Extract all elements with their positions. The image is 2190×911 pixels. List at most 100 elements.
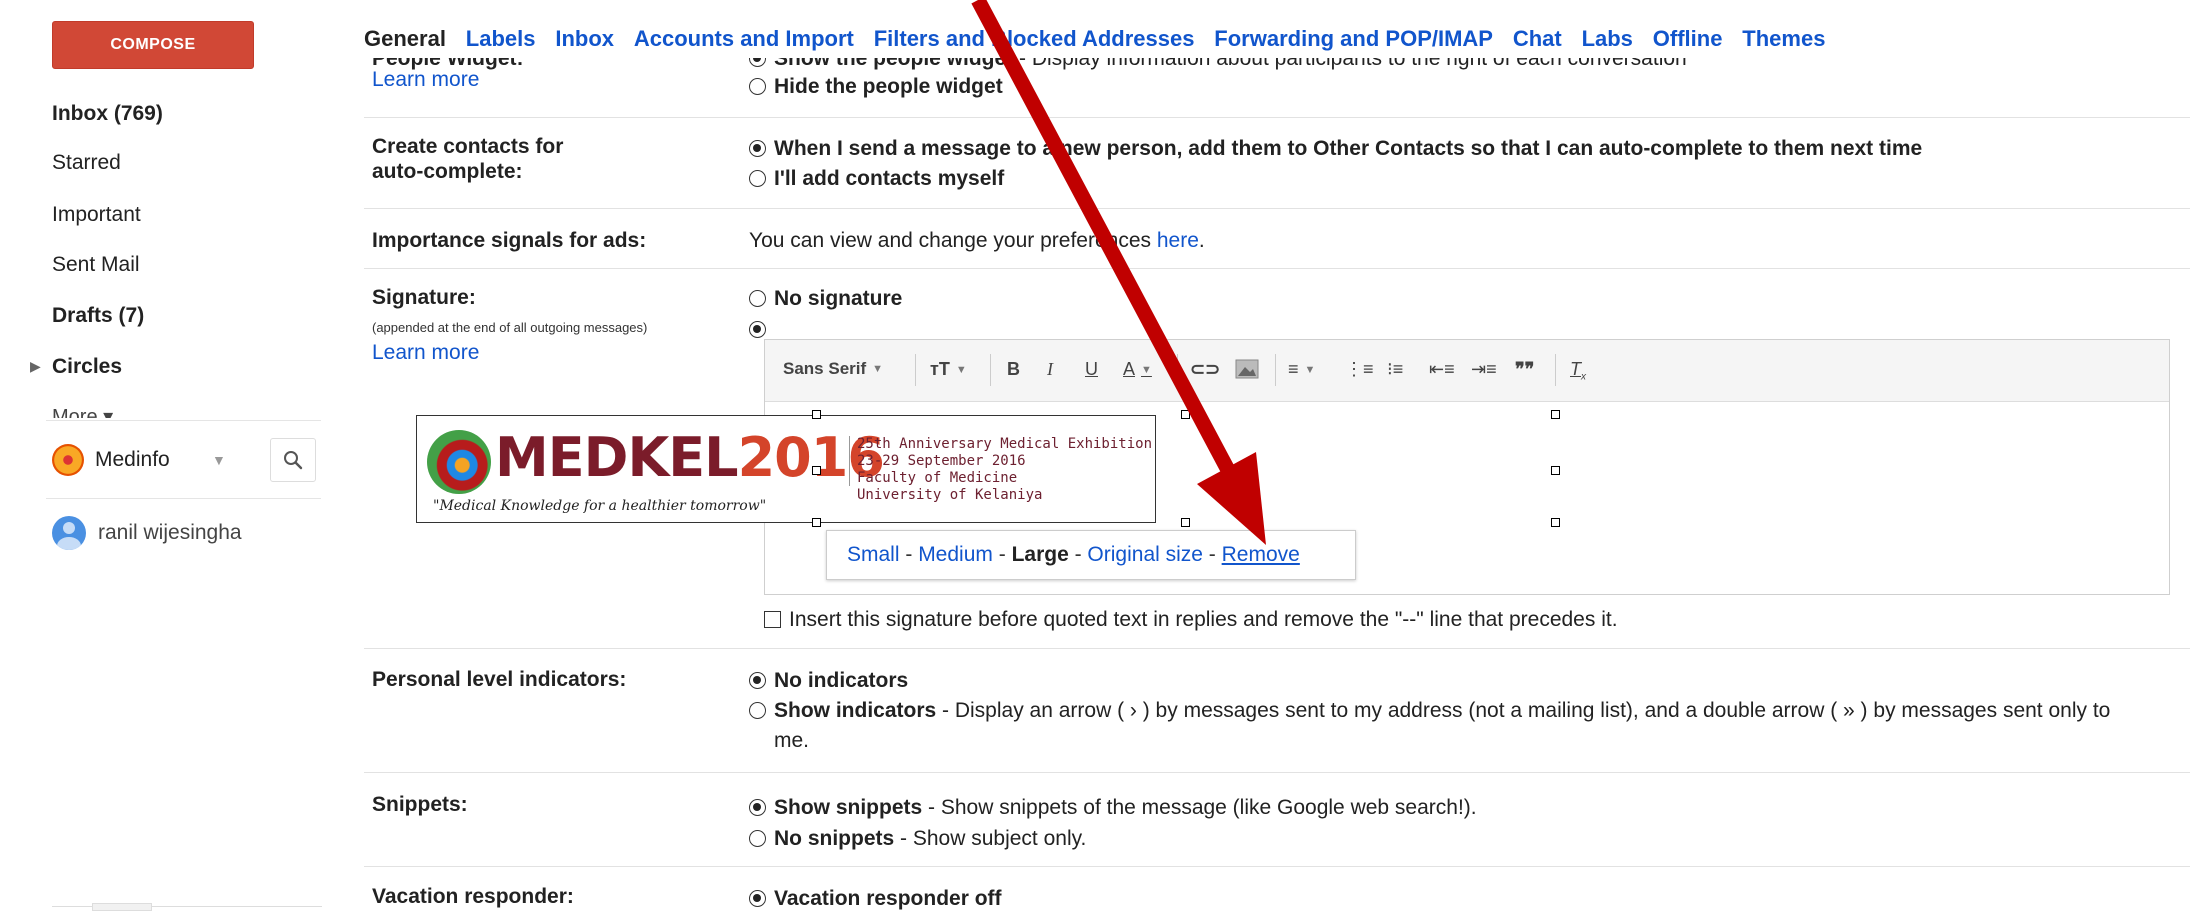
tab-filters[interactable]: Filters and Blocked Addresses <box>874 26 1195 51</box>
chevron-down-icon: ▼ <box>872 363 884 375</box>
logo-detail-line: 25th Anniversary Medical Exhibition <box>857 436 1153 452</box>
radio-button[interactable] <box>749 672 766 689</box>
resize-handle[interactable] <box>1551 518 1560 527</box>
logo-detail-line: University of Kelaniya <box>857 487 1043 503</box>
option-description: - Display an arrow ( › ) by messages sen… <box>936 699 2111 722</box>
chevron-down-icon: ▼ <box>1141 364 1152 376</box>
checkbox[interactable] <box>764 611 781 628</box>
signature-image[interactable]: MEDKEL2016 25th Anniversary Medical Exhi… <box>416 415 1156 523</box>
radio-button[interactable] <box>749 890 766 907</box>
tab-accounts-and-import[interactable]: Accounts and Import <box>634 26 854 51</box>
nav-circles[interactable]: Circles <box>52 355 122 379</box>
people-widget-hide-option[interactable]: Hide the people widget <box>749 74 1003 99</box>
size-small-link[interactable]: Small <box>847 543 900 567</box>
no-indicators-option[interactable]: No indicators <box>749 668 908 693</box>
remove-formatting-icon[interactable]: Tx <box>1570 359 1586 383</box>
preferences-link[interactable]: here <box>1157 229 1199 252</box>
font-family-select[interactable]: Sans Serif ▼ <box>783 359 883 379</box>
tab-offline[interactable]: Offline <box>1653 26 1723 51</box>
chevron-down-icon[interactable]: ▼ <box>212 452 226 468</box>
nav-more[interactable]: More ▾ <box>52 404 113 418</box>
resize-handle[interactable] <box>812 466 821 475</box>
tab-labels[interactable]: Labels <box>466 26 536 51</box>
resize-handle[interactable] <box>812 518 821 527</box>
account-name[interactable]: Medinfo <box>95 448 170 472</box>
resize-handle[interactable] <box>1181 518 1190 527</box>
radio-button[interactable] <box>749 290 766 307</box>
people-widget-learn-more[interactable]: Learn more <box>372 68 479 92</box>
logo-divider <box>849 436 850 486</box>
resize-handle[interactable] <box>1551 466 1560 475</box>
radio-button[interactable] <box>749 830 766 847</box>
remove-image-link[interactable]: Remove <box>1222 543 1300 567</box>
resize-handle[interactable] <box>1551 410 1560 419</box>
tab-labs[interactable]: Labs <box>1582 26 1633 51</box>
account-avatar[interactable] <box>52 444 84 476</box>
radio-button[interactable] <box>749 799 766 816</box>
row-divider <box>364 268 2190 269</box>
insert-before-quoted-option[interactable]: Insert this signature before quoted text… <box>764 607 1618 632</box>
font-size-icon[interactable]: ᴛT ▼ <box>930 359 967 380</box>
signature-learn-more[interactable]: Learn more <box>372 341 479 365</box>
signature-note: (appended at the end of all outgoing mes… <box>372 320 648 335</box>
contact-avatar[interactable] <box>52 516 86 550</box>
chat-search-button[interactable] <box>270 438 316 482</box>
size-medium-link[interactable]: Medium <box>918 543 993 567</box>
contact-name[interactable]: ranil wijesingha <box>98 521 242 545</box>
radio-button[interactable] <box>749 170 766 187</box>
numbered-list-icon[interactable]: ⋮≡ <box>1345 359 1374 380</box>
show-indicators-option[interactable]: Show indicators - Display an arrow ( › )… <box>749 698 2110 723</box>
nav-important[interactable]: Important <box>52 203 141 227</box>
tab-forwarding[interactable]: Forwarding and POP/IMAP <box>1214 26 1493 51</box>
resize-handle[interactable] <box>1181 410 1190 419</box>
tab-chat[interactable]: Chat <box>1513 26 1562 51</box>
option-label: When I send a message to a new person, a… <box>774 137 1923 160</box>
compose-button[interactable]: COMPOSE <box>52 21 254 69</box>
quote-icon[interactable]: ❞❞ <box>1515 359 1534 380</box>
option-label: I'll add contacts myself <box>774 167 1005 190</box>
radio-button[interactable] <box>749 321 766 338</box>
left-navigation: COMPOSE Inbox (769) Starred Important Se… <box>0 0 330 911</box>
nav-sent-mail[interactable]: Sent Mail <box>52 253 140 277</box>
show-snippets-option[interactable]: Show snippets - Show snippets of the mes… <box>749 795 1477 820</box>
row-divider <box>364 208 2190 209</box>
logo-tagline: "Medical Knowledge for a healthier tomor… <box>433 498 767 514</box>
underline-icon[interactable]: U <box>1085 359 1098 380</box>
tab-themes[interactable]: Themes <box>1742 26 1825 51</box>
font-name: Sans Serif <box>783 359 867 378</box>
link-icon[interactable]: ⊂⊃ <box>1190 359 1220 380</box>
size-original-link[interactable]: Original size <box>1087 543 1203 567</box>
indent-more-icon[interactable]: ⇥≡ <box>1471 359 1497 380</box>
nav-drafts[interactable]: Drafts (7) <box>52 304 144 328</box>
resize-handle[interactable] <box>812 410 821 419</box>
image-icon <box>1235 359 1259 379</box>
nav-inbox[interactable]: Inbox (769) <box>52 102 163 126</box>
divider <box>46 498 321 499</box>
hangouts-bar[interactable] <box>92 903 152 911</box>
radio-button[interactable] <box>749 78 766 95</box>
toolbar-divider <box>1555 354 1556 386</box>
align-icon[interactable]: ≡ ▼ <box>1288 359 1315 380</box>
no-signature-option[interactable]: No signature <box>749 286 902 311</box>
italic-icon[interactable]: I <box>1047 359 1053 380</box>
option-label: No signature <box>774 287 903 310</box>
nav-more-label: More ▾ <box>52 406 114 418</box>
chevron-down-icon: ▼ <box>955 364 967 376</box>
create-contacts-manual-option[interactable]: I'll add contacts myself <box>749 166 1004 191</box>
bulleted-list-icon[interactable]: ⁝≡ <box>1387 359 1403 380</box>
tab-general[interactable]: General <box>364 26 446 51</box>
indent-less-icon[interactable]: ⇤≡ <box>1429 359 1455 380</box>
create-contacts-auto-option[interactable]: When I send a message to a new person, a… <box>749 136 1922 161</box>
vacation-off-option[interactable]: Vacation responder off <box>749 886 1002 911</box>
no-snippets-option[interactable]: No snippets - Show subject only. <box>749 826 1086 851</box>
insert-image-icon[interactable] <box>1235 359 1259 384</box>
option-description: - Show subject only. <box>894 827 1087 850</box>
tab-inbox[interactable]: Inbox <box>555 26 614 51</box>
expand-arrow-icon[interactable]: ▶ <box>30 358 41 375</box>
text-color-icon[interactable]: A ▼ <box>1123 359 1152 380</box>
radio-button[interactable] <box>749 140 766 157</box>
option-label: Show snippets <box>774 796 923 819</box>
bold-icon[interactable]: B <box>1007 359 1020 380</box>
nav-starred[interactable]: Starred <box>52 151 121 175</box>
radio-button[interactable] <box>749 702 766 719</box>
